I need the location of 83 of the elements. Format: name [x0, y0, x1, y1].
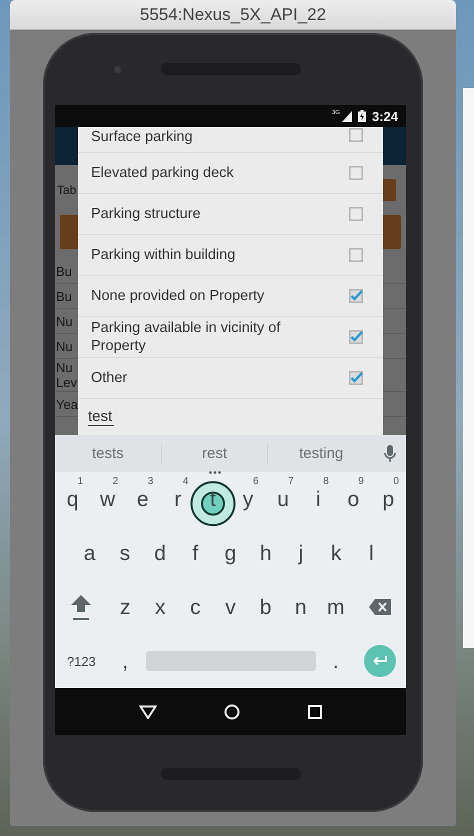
window-title: 5554:Nexus_5X_API_22 [140, 4, 326, 24]
key[interactable]: h [260, 542, 272, 564]
checkbox[interactable] [349, 248, 363, 262]
key[interactable]: n [294, 596, 307, 618]
option-row[interactable]: Parking available in vicinity of Property [78, 317, 383, 358]
checkbox[interactable] [349, 166, 363, 180]
clock: 3:24 [372, 108, 398, 124]
key[interactable]: r [174, 488, 182, 510]
key[interactable]: q [66, 488, 78, 510]
row-label: Bu [56, 288, 72, 304]
key-hint: 7 [288, 476, 294, 487]
option-row[interactable]: Parking structure [78, 194, 383, 235]
key-hint: 6 [253, 476, 259, 487]
battery-icon [358, 110, 366, 122]
key-hint: 0 [393, 476, 399, 487]
checkbox[interactable] [349, 128, 363, 142]
option-row[interactable]: Elevated parking deck [78, 153, 383, 194]
key[interactable]: s [120, 542, 130, 564]
home-button[interactable] [224, 704, 240, 720]
key-hint: 3 [148, 476, 154, 487]
enter-button[interactable] [364, 645, 396, 677]
key[interactable]: u [277, 488, 289, 510]
row-label: Yea [56, 396, 78, 412]
key[interactable]: g [224, 542, 236, 564]
option-row[interactable]: Surface parking [78, 127, 383, 153]
key[interactable]: f [192, 542, 198, 564]
key-hint: 4 [182, 476, 188, 487]
recents-button[interactable] [308, 704, 322, 718]
key[interactable]: c [190, 596, 201, 618]
key-hint: 8 [323, 476, 329, 487]
key[interactable]: i [316, 488, 321, 510]
checkbox[interactable] [349, 289, 363, 303]
key[interactable]: e [136, 488, 149, 510]
key-hint: 1 [78, 476, 84, 487]
key-hint: 9 [358, 476, 364, 487]
key[interactable]: w [100, 488, 116, 510]
enter-icon [372, 655, 388, 667]
option-label: Other [91, 369, 128, 387]
back-button[interactable] [138, 704, 157, 718]
option-label: Parking structure [91, 205, 202, 223]
option-label: Surface parking [91, 128, 194, 146]
key[interactable]: b [260, 596, 272, 618]
key[interactable]: d [154, 542, 166, 564]
checkbox[interactable] [349, 371, 363, 385]
key[interactable]: o [347, 488, 360, 510]
option-label: Parking within building [91, 246, 236, 264]
key[interactable]: l [369, 542, 374, 564]
signal-icon [342, 110, 352, 122]
row-label: Nu [56, 314, 73, 328]
option-label: Elevated parking deck [91, 164, 235, 182]
row-label: Bu [56, 264, 72, 278]
suggestion[interactable]: testing [299, 444, 344, 462]
key[interactable]: , [122, 650, 128, 672]
option-row[interactable]: Parking within building [78, 235, 383, 276]
option-label: None provided on Property [91, 287, 266, 305]
backspace-icon[interactable] [368, 599, 391, 615]
key[interactable]: . [332, 650, 339, 672]
shift-icon[interactable] [70, 593, 92, 621]
microphone-icon[interactable] [384, 444, 396, 462]
key[interactable]: m [327, 596, 345, 618]
symbols-key[interactable]: ?123 [66, 654, 96, 668]
suggestion[interactable]: rest [202, 444, 228, 462]
option-row[interactable]: None provided on Property [78, 276, 383, 317]
key[interactable]: j [298, 542, 304, 564]
key-hint: 2 [112, 476, 118, 487]
input-field[interactable]: test [88, 408, 114, 426]
key[interactable]: k [330, 542, 342, 564]
option-label: Parking available in vicinity of Property [91, 319, 282, 355]
row-label: Lev [56, 375, 77, 390]
key[interactable]: y [242, 488, 254, 510]
tab-label: Tab [57, 183, 76, 197]
key[interactable]: z [120, 596, 130, 618]
key[interactable]: t [210, 488, 216, 510]
key[interactable]: a [84, 542, 96, 564]
key[interactable]: v [225, 596, 236, 618]
checkbox[interactable] [349, 330, 363, 344]
suggestion[interactable]: tests [92, 444, 124, 462]
option-row[interactable]: Other [78, 358, 383, 399]
row-label: Nu [56, 338, 73, 354]
key[interactable]: x [155, 596, 166, 618]
checkbox[interactable] [349, 207, 363, 221]
key[interactable]: p [382, 488, 394, 510]
row-label: Nu [56, 360, 73, 375]
